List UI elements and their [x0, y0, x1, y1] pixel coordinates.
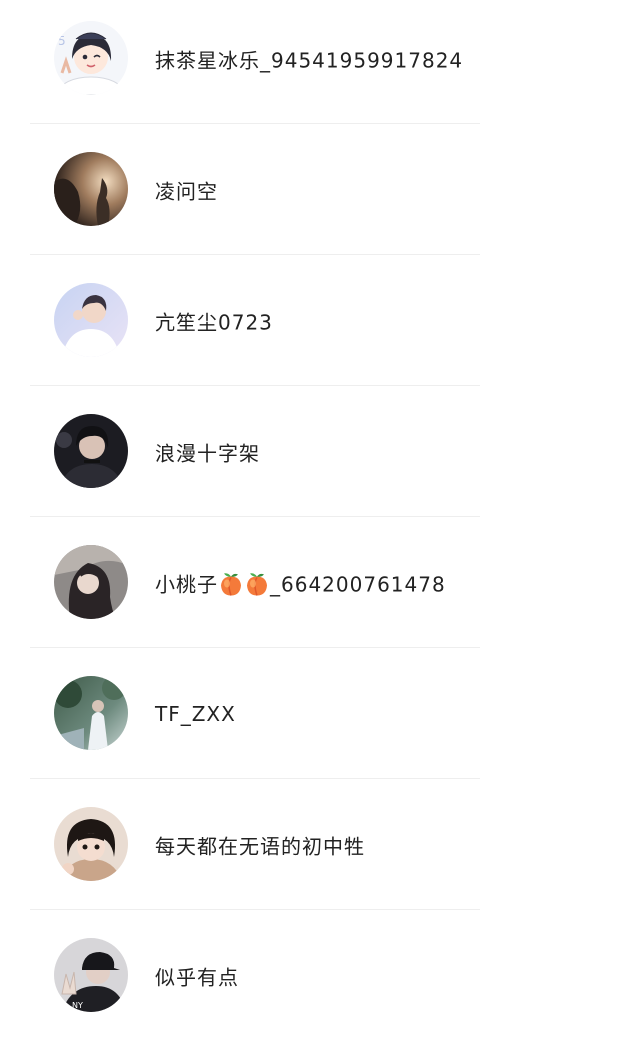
user-avatar[interactable] [54, 283, 128, 357]
user-list-item[interactable]: 浪漫十字架 [0, 386, 640, 517]
user-list-item[interactable]: NY 似乎有点 [0, 910, 640, 1037]
user-name[interactable]: 凌问空 [155, 175, 218, 204]
user-name-prefix: 小桃子 [155, 572, 218, 596]
svg-text:5: 5 [58, 34, 66, 48]
user-name[interactable]: 浪漫十字架 [155, 437, 260, 466]
user-name[interactable]: TF_ZXX [155, 702, 236, 726]
peach-emoji-icon [247, 572, 267, 596]
user-avatar[interactable]: 5 [54, 21, 128, 95]
user-name-suffix: _664200761478 [270, 572, 446, 596]
peach-emoji-icon [221, 572, 241, 596]
svg-text:NY: NY [72, 1001, 83, 1010]
user-list: 5 抹茶星冰乐_94541959917824 凌问空 亢笙尘0723 浪漫十字架… [0, 0, 640, 1037]
user-avatar[interactable] [54, 807, 128, 881]
user-avatar[interactable] [54, 152, 128, 226]
avatar-green-scene-icon [54, 676, 128, 750]
avatar-white-outfit-icon [54, 283, 128, 357]
user-avatar[interactable]: NY [54, 938, 128, 1012]
user-name[interactable]: 似乎有点 [155, 961, 239, 990]
user-list-item[interactable]: TF_ZXX [0, 648, 640, 779]
avatar-cap-peace-sign-icon: NY [54, 938, 128, 1012]
avatar-long-hair-icon [54, 545, 128, 619]
user-avatar[interactable] [54, 545, 128, 619]
user-name[interactable]: 每天都在无语的初中牲 [155, 830, 365, 859]
user-list-item[interactable]: 亢笙尘0723 [0, 255, 640, 386]
user-avatar[interactable] [54, 414, 128, 488]
user-list-item[interactable]: 小桃子 _664200761478 [0, 517, 640, 648]
user-avatar[interactable] [54, 676, 128, 750]
user-list-item[interactable]: 凌问空 [0, 124, 640, 255]
user-list-item[interactable]: 5 抹茶星冰乐_94541959917824 [0, 0, 640, 124]
user-name[interactable]: 亢笙尘0723 [155, 306, 273, 335]
avatar-child-photo-icon [54, 807, 128, 881]
user-list-item[interactable]: 每天都在无语的初中牲 [0, 779, 640, 910]
user-name[interactable]: 抹茶星冰乐_94541959917824 [155, 44, 463, 73]
user-name[interactable]: 小桃子 _664200761478 [155, 568, 446, 597]
avatar-cartoon-girl-icon: 5 [54, 21, 128, 95]
avatar-dark-portrait-icon [54, 414, 128, 488]
avatar-dark-photo-icon [54, 152, 128, 226]
